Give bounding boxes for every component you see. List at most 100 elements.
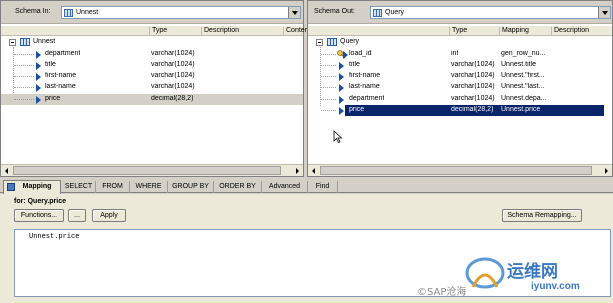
field-type: varchar(1024) [151, 50, 195, 57]
tab-label: Mapping [22, 183, 52, 190]
collapse-icon[interactable] [9, 39, 16, 46]
tree-row-root[interactable]: Unnest [1, 37, 303, 48]
schema-in-column-header: Type Description Conter [1, 26, 307, 36]
field-type: varchar(1024) [451, 61, 495, 68]
table-icon [64, 9, 73, 17]
scroll-left-icon[interactable] [309, 166, 319, 175]
table-row[interactable]: last-name varchar(1024) Unnest."last... [308, 82, 612, 93]
field-name: price [349, 106, 365, 113]
tab-find[interactable]: Find [308, 181, 338, 193]
horizontal-scrollbar[interactable] [1, 164, 303, 176]
col-type-header[interactable]: Type [149, 27, 201, 36]
tree-row-root[interactable]: Query [308, 37, 612, 48]
column-arrow-icon [339, 96, 344, 104]
field-name: first-name [45, 72, 77, 79]
tree-root-label: Query [340, 38, 360, 45]
col-name-header[interactable] [1, 27, 149, 36]
col-mapping-header[interactable]: Mapping [499, 27, 551, 36]
table-row[interactable]: department varchar(1024) Unnest.depa... [308, 94, 612, 105]
column-arrow-icon [343, 51, 348, 59]
field-mapping: Unnest.depa... [501, 95, 547, 102]
field-mapping: Unnest."first... [501, 72, 545, 79]
tab-bar: Mapping SELECT FROM WHERE GROUP BY ORDER… [0, 180, 613, 194]
scroll-right-icon[interactable] [601, 166, 611, 175]
table-row[interactable]: title varchar(1024) [1, 60, 303, 71]
column-arrow-icon [36, 84, 41, 92]
schema-out-column-header: Type Mapping Description [308, 26, 612, 36]
watermark-sap: ©SAP沧海 [417, 287, 467, 298]
column-arrow-icon [36, 51, 41, 59]
tab-advanced[interactable]: Advanced [262, 181, 308, 193]
chevron-down-icon[interactable] [598, 7, 610, 18]
column-arrow-icon [36, 62, 41, 70]
field-name: first-name [349, 72, 381, 79]
watermark-url: iyunv.com [531, 281, 580, 292]
field-name: title [45, 61, 56, 68]
field-name: title [349, 61, 360, 68]
tab-from[interactable]: FROM [96, 181, 130, 193]
field-name: department [349, 95, 385, 102]
column-arrow-icon [36, 73, 41, 81]
field-mapping: Unnest.title [501, 61, 537, 68]
tab-where[interactable]: WHERE [130, 181, 168, 193]
field-name: price [45, 95, 61, 102]
collapse-icon[interactable] [316, 39, 323, 46]
tab-mapping[interactable]: Mapping [3, 180, 61, 194]
column-arrow-icon [339, 73, 344, 81]
ellipsis-button[interactable]: ... [68, 209, 86, 222]
field-mapping: Unnest."last... [501, 83, 545, 90]
tab-select[interactable]: SELECT [62, 181, 96, 193]
scroll-left-icon[interactable] [2, 166, 12, 175]
tree-root-label: Unnest [33, 38, 56, 45]
table-row[interactable]: first-name varchar(1024) Unnest."first..… [308, 71, 612, 82]
field-name: last-name [349, 83, 380, 90]
field-type: decimal(28,2) [151, 95, 194, 102]
table-row[interactable]: first-name varchar(1024) [1, 71, 303, 82]
scroll-thumb[interactable] [320, 166, 592, 175]
mapping-target-label: for: Query.price [14, 198, 66, 205]
column-arrow-icon [339, 107, 344, 115]
tree-line [14, 99, 34, 100]
col-type-header[interactable]: Type [449, 27, 499, 36]
table-row[interactable]: last-name varchar(1024) [1, 82, 303, 93]
table-row-selected[interactable]: price decimal(28,2) [1, 94, 303, 105]
schema-in-value: Unnest [76, 9, 99, 16]
col-description-header[interactable]: Description [201, 27, 283, 36]
table-icon [327, 38, 337, 46]
table-row[interactable]: department varchar(1024) [1, 49, 303, 60]
table-row-selected[interactable]: price decimal(28,2) Unnest.price [345, 105, 604, 116]
tab-order-by[interactable]: ORDER BY [214, 181, 262, 193]
field-type: varchar(1024) [151, 83, 195, 90]
tree-line [14, 76, 34, 77]
schema-in-label: Schema In: [15, 8, 51, 15]
mapping-icon [7, 183, 15, 191]
schema-in-select[interactable]: Unnest [61, 6, 301, 19]
col-description-header[interactable]: Description [551, 27, 613, 36]
col-content-header[interactable]: Conter [283, 27, 307, 36]
field-type: varchar(1024) [451, 72, 495, 79]
scroll-right-icon[interactable] [292, 166, 302, 175]
schema-out-value: Query [385, 9, 405, 16]
col-name-header[interactable] [308, 27, 449, 36]
field-type: varchar(1024) [451, 83, 495, 90]
table-row[interactable]: title varchar(1024) Unnest.title [308, 60, 612, 71]
tree-line [321, 76, 336, 77]
horizontal-scrollbar[interactable] [308, 164, 612, 176]
functions-button[interactable]: Functions... [14, 209, 64, 222]
tree-line [14, 65, 34, 66]
field-type: varchar(1024) [151, 72, 195, 79]
watermark: 运维网 iyunv.com ©SAP沧海 [415, 253, 613, 303]
field-type: varchar(1024) [151, 61, 195, 68]
schema-out-bar: Schema Out: Query [308, 1, 612, 24]
scroll-thumb[interactable] [13, 166, 281, 175]
apply-button[interactable]: Apply [92, 209, 126, 222]
expression-text: Unnest.price [29, 233, 80, 241]
schema-remapping-button[interactable]: Schema Remapping... [502, 209, 582, 222]
watermark-cn: 运维网 [507, 262, 558, 282]
schema-out-select[interactable]: Query [370, 6, 611, 19]
tab-group-by[interactable]: GROUP BY [168, 181, 214, 193]
tree-line [14, 54, 34, 55]
table-row[interactable]: load_id int gen_row_nu... [308, 49, 612, 60]
column-arrow-icon [339, 84, 344, 92]
chevron-down-icon[interactable] [288, 7, 300, 18]
